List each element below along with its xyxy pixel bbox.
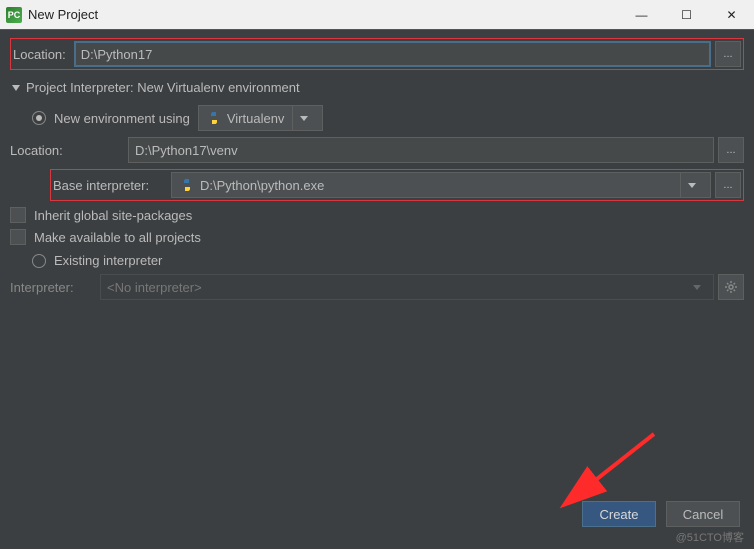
interpreter-section-title: Project Interpreter: New Virtualenv envi… [26, 80, 300, 95]
virtualenv-label: Virtualenv [227, 111, 285, 126]
python-icon [207, 111, 221, 125]
create-button[interactable]: Create [582, 501, 656, 527]
minimize-button[interactable]: — [619, 0, 664, 30]
gear-icon [724, 280, 738, 294]
location-browse-button[interactable]: ... [715, 41, 741, 67]
existing-interpreter-radio[interactable] [32, 254, 46, 268]
titlebar: PC New Project — ☐ ✕ [0, 0, 754, 30]
interpreter-label: Interpreter: [10, 280, 100, 295]
env-location-label: Location: [10, 143, 128, 158]
inherit-checkbox[interactable] [10, 207, 26, 223]
base-interpreter-browse-button[interactable]: ... [715, 172, 741, 198]
inherit-label: Inherit global site-packages [34, 208, 192, 223]
cancel-button[interactable]: Cancel [666, 501, 740, 527]
make-available-checkbox[interactable] [10, 229, 26, 245]
existing-interpreter-label: Existing interpreter [54, 253, 162, 268]
virtualenv-dropdown-arrow[interactable] [292, 106, 314, 130]
maximize-button[interactable]: ☐ [664, 0, 709, 30]
new-env-radio[interactable] [32, 111, 46, 125]
make-available-label: Make available to all projects [34, 230, 201, 245]
interpreter-dropdown-disabled: <No interpreter> [100, 274, 714, 300]
location-label: Location: [13, 47, 66, 62]
python-icon [180, 178, 194, 192]
chevron-down-icon [12, 85, 20, 91]
base-interpreter-dropdown-arrow[interactable] [680, 173, 702, 197]
base-interpreter-dropdown[interactable]: D:\Python\python.exe [171, 172, 711, 198]
interpreter-section-header[interactable]: Project Interpreter: New Virtualenv envi… [12, 80, 744, 95]
new-env-label: New environment using [54, 111, 190, 126]
location-highlight: Location: ... [10, 38, 744, 70]
env-location-input[interactable] [128, 137, 714, 163]
close-button[interactable]: ✕ [709, 0, 754, 30]
base-interpreter-label: Base interpreter: [53, 178, 171, 193]
interpreter-value: <No interpreter> [107, 280, 687, 295]
location-input[interactable] [74, 41, 711, 67]
interpreter-settings-button[interactable] [718, 274, 744, 300]
env-location-browse-button[interactable]: ... [718, 137, 744, 163]
watermark: @51CTO博客 [676, 529, 744, 545]
window-title: New Project [28, 7, 98, 22]
app-icon: PC [6, 7, 22, 23]
virtualenv-dropdown[interactable]: Virtualenv [198, 105, 324, 131]
base-interpreter-value: D:\Python\python.exe [200, 178, 672, 193]
